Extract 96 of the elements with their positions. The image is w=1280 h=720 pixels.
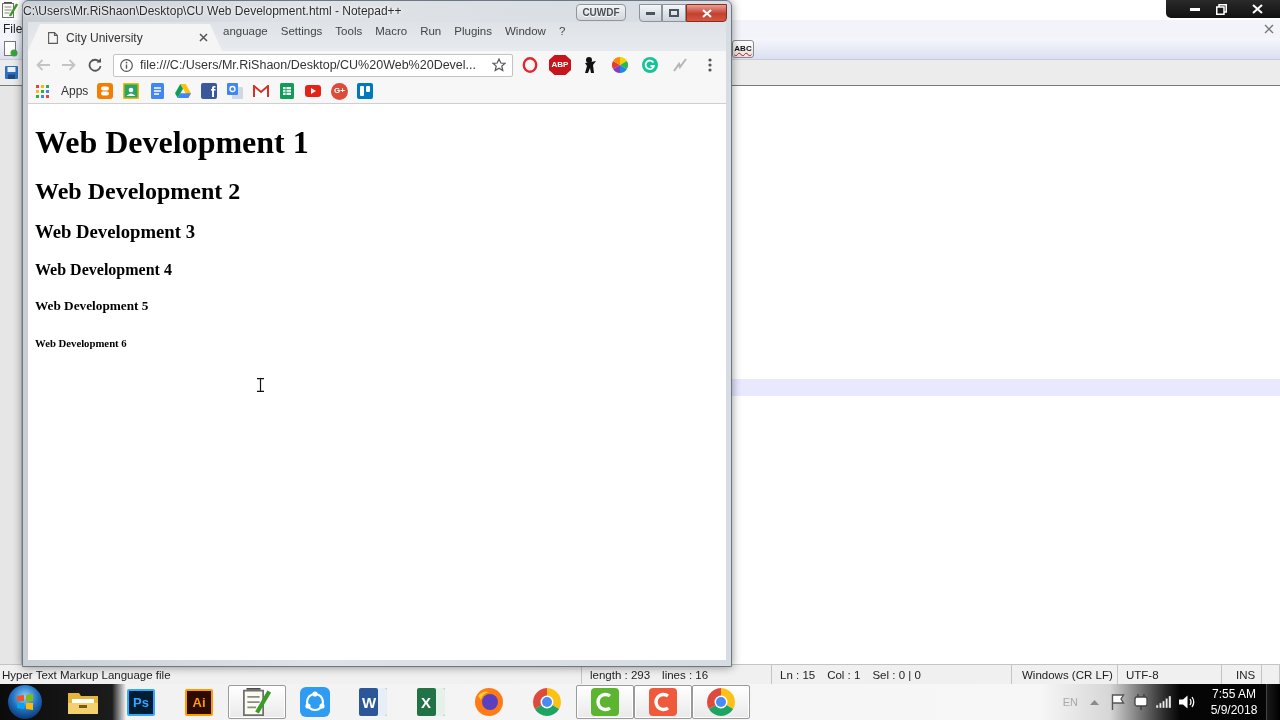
text-cursor-icon — [257, 378, 264, 392]
close-icon — [199, 33, 208, 42]
circle-logo-icon — [707, 688, 735, 716]
status-text: Col : 1 — [827, 668, 861, 681]
notepad-icon — [243, 688, 271, 716]
folder-icon — [68, 690, 98, 714]
bookmark-button[interactable]: f — [196, 80, 223, 102]
page-heading: Web Development 2 — [35, 177, 241, 206]
menu-item[interactable]: Macro — [375, 24, 408, 38]
orb-icon — [8, 685, 42, 719]
status-text: Sel : 0 | 0 — [872, 668, 921, 681]
document-icon — [150, 83, 164, 99]
menu-item[interactable]: Settings — [280, 24, 323, 38]
square-logo-icon — [97, 83, 114, 99]
envelope-icon — [253, 85, 270, 97]
maximize-button[interactable] — [662, 4, 686, 22]
address-bar[interactable]: file:///C:/Users/Mr.RiShaon/Desktop/CU%20Web%20Devel... — [113, 53, 513, 77]
circle-logo: G+ — [330, 82, 348, 100]
status-text: Windows (CR LF) — [1022, 668, 1113, 681]
close-icon — [1264, 24, 1274, 34]
menu-item[interactable]: anguage — [223, 24, 268, 38]
person-board-icon — [123, 83, 140, 99]
spellcheck-button[interactable]: ABC — [732, 39, 754, 58]
close-button[interactable] — [686, 4, 727, 22]
color-wheel-icon — [612, 57, 628, 73]
status-text: INS — [1236, 668, 1256, 681]
zigzag-icon — [673, 58, 687, 72]
app-logo: Ai — [185, 688, 213, 716]
play-button-icon — [305, 85, 322, 97]
forward-arrow-icon — [62, 59, 76, 71]
arc-tile-icon — [591, 688, 619, 716]
taskbar-button[interactable]: W — [344, 685, 402, 719]
page-heading: Web Development 5 — [35, 298, 149, 314]
bookmark-button[interactable]: G+ — [326, 80, 353, 102]
app-logo: W — [359, 688, 387, 716]
menu-item[interactable]: File — [3, 22, 23, 36]
status-text: UTF-8 — [1126, 668, 1159, 681]
taskbar-button[interactable]: X — [402, 685, 460, 719]
close-icon — [701, 8, 712, 18]
spreadsheet-icon — [280, 83, 295, 99]
more-vertical-icon — [708, 58, 712, 72]
page-heading: Web Development 1 — [35, 124, 309, 161]
ring-icon — [522, 57, 538, 73]
menu-item[interactable]: ? — [558, 24, 566, 38]
menu-item[interactable]: Run — [420, 24, 442, 38]
title-bar-button[interactable]: CUWDF — [576, 4, 626, 21]
star-icon[interactable] — [492, 58, 506, 72]
clock-date[interactable]: 5/9/2018 — [1210, 702, 1258, 718]
minimize-icon — [1190, 7, 1200, 11]
minimize-button[interactable] — [639, 4, 662, 22]
app-logo: Ps — [127, 688, 155, 716]
taskbar-button[interactable]: Ps — [112, 685, 170, 719]
taskbar-button[interactable]: Ai — [170, 685, 228, 719]
speaker-icon — [1178, 695, 1195, 709]
caret-up-icon — [1090, 699, 1099, 705]
page-heading: Web Development 4 — [35, 260, 172, 280]
circle-logo-icon — [533, 688, 561, 716]
app-logo: X — [417, 688, 445, 716]
menu-item[interactable]: Tools — [335, 24, 363, 38]
status-text: Hyper Text Markup Language file — [2, 668, 171, 681]
overlapping-squares-icon — [227, 83, 244, 99]
clock-time[interactable]: 7:55 AM — [1212, 686, 1256, 702]
circle-arrow-icon — [642, 57, 658, 73]
grid-icon — [36, 84, 49, 98]
letter-tile-logo: f — [201, 83, 218, 99]
status-text: Ln : 15 — [780, 668, 816, 681]
maximize-icon — [669, 9, 679, 17]
close-document-button[interactable] — [1264, 24, 1274, 34]
reload-icon — [88, 58, 102, 72]
page-heading: Web Development 6 — [35, 336, 127, 349]
menu-item[interactable]: Window — [505, 24, 546, 38]
circular-arrows-icon — [300, 687, 330, 717]
back-arrow-icon — [36, 59, 50, 71]
arc-tile-icon — [649, 688, 677, 716]
new-file-icon[interactable] — [4, 40, 18, 57]
close-icon — [1251, 4, 1263, 14]
restore-icon — [1215, 3, 1227, 15]
menu-item[interactable]: Plugins — [454, 24, 492, 38]
status-text: lines : 16 — [662, 668, 709, 681]
window-title: C:\Users\Mr.RiShaon\Desktop\CU Web Development.html - Notepad++ — [23, 3, 403, 20]
ring-logo-icon — [475, 688, 503, 716]
status-text: length : 293 — [590, 668, 651, 681]
info-icon — [120, 58, 133, 72]
page-icon — [48, 31, 58, 44]
minimize-icon — [646, 11, 655, 15]
browser-tab[interactable]: City University — [28, 24, 222, 51]
page-heading: Web Development 3 — [35, 221, 195, 243]
power-plug-icon — [1133, 694, 1148, 710]
signal-bars-icon — [1156, 696, 1171, 708]
tab-close-button[interactable] — [199, 33, 208, 42]
flag-icon — [1110, 694, 1125, 710]
notepad-icon — [2, 2, 18, 18]
triangle-logo-icon — [175, 84, 192, 98]
board-icon — [357, 83, 374, 99]
figure-silhouette-icon — [584, 57, 596, 73]
apps-shortcut[interactable]: Apps — [36, 84, 89, 98]
